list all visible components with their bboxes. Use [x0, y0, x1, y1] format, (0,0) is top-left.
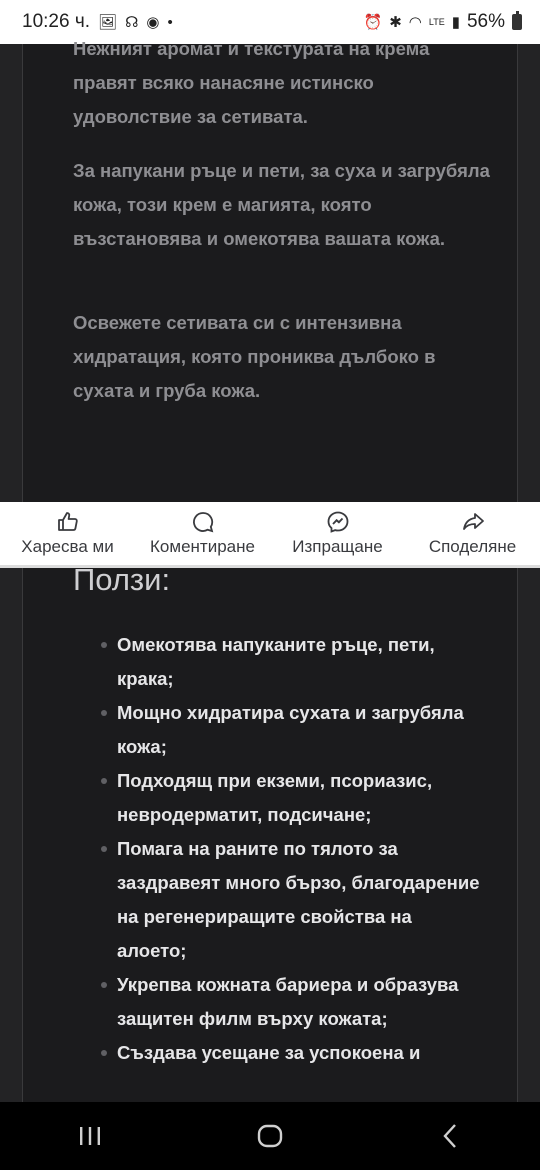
list-item: Омекотява напуканите ръце, пети, крака; — [101, 628, 481, 696]
article-body-bottom: Ползи: Омекотява напуканите ръце, пети, … — [22, 568, 518, 1102]
share-label: Споделяне — [428, 537, 517, 556]
signal-icon: ▮ — [451, 13, 460, 31]
like-button[interactable]: Харесва ми — [0, 502, 135, 565]
thumbs-up-icon — [57, 512, 78, 531]
like-label: Харесва ми — [21, 537, 114, 556]
status-time: 10:26 ч. — [22, 11, 91, 32]
comment-icon — [192, 512, 213, 533]
list-item: Укрепва кожната бариера и образува защит… — [101, 968, 481, 1036]
dot-icon: • — [167, 13, 173, 31]
back-icon — [443, 1124, 456, 1148]
article-body-top: Нежният аромат и текстурата на крема пра… — [22, 38, 518, 502]
system-navigation-bar — [0, 1102, 540, 1170]
messenger-icon: ◉ — [146, 13, 160, 31]
article-paragraph: Освежете сетивата си с интензивна хидрат… — [73, 312, 436, 401]
volte-icon: LTE — [428, 16, 445, 27]
home-button[interactable] — [240, 1116, 300, 1156]
share-button[interactable]: Споделяне — [405, 502, 540, 565]
home-icon — [257, 1124, 283, 1148]
recent-apps-icon — [80, 1127, 100, 1145]
benefits-list: Омекотява напуканите ръце, пети, крака; … — [101, 628, 481, 1070]
app-icon: ☊ — [125, 13, 139, 31]
recent-apps-button[interactable] — [60, 1116, 120, 1156]
comment-button[interactable]: Коментиране — [135, 502, 270, 565]
bluetooth-icon: ✱ — [389, 13, 402, 31]
list-item: Мощно хидратира сухата и загрубяла кожа; — [101, 696, 481, 764]
send-button[interactable]: Изпращане — [270, 502, 405, 565]
benefits-heading: Ползи: — [73, 568, 171, 597]
article-paragraph: Нежният аромат и текстурата на крема пра… — [73, 38, 430, 127]
article-paragraph: За напукани ръце и пети, за суха и загру… — [73, 160, 490, 249]
send-label: Изпращане — [292, 537, 383, 556]
post-action-bar: Харесва ми Коментиране Изпращане Споделя… — [0, 502, 540, 568]
battery-percent: 56% — [466, 11, 505, 32]
gallery-icon: 🖼 — [98, 13, 118, 31]
back-button[interactable] — [420, 1116, 480, 1156]
messenger-send-icon — [327, 511, 348, 533]
list-item: Помага на раните по тялото за заздравеят… — [101, 832, 481, 968]
wifi-icon: ◠ — [408, 13, 422, 31]
alarm-icon: ⏰ — [363, 13, 383, 31]
comment-label: Коментиране — [150, 537, 255, 556]
list-item: Подходящ при екземи, псориазис, невродер… — [101, 764, 481, 832]
share-icon — [462, 513, 484, 530]
list-item: Създава усещане за успокоена и — [101, 1036, 481, 1070]
battery-icon — [512, 11, 522, 30]
